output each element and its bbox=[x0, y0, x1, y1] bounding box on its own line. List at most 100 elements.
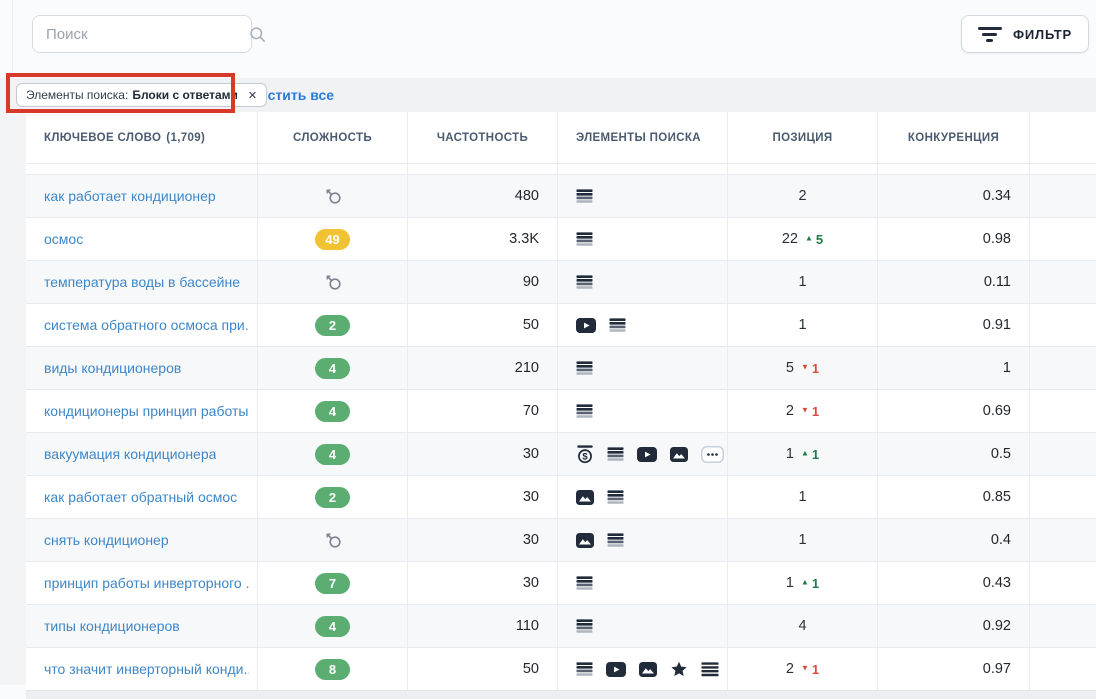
position-cell: 1▲1 bbox=[728, 433, 878, 475]
competition-cell: 0.91 bbox=[878, 304, 1030, 346]
filter-icon bbox=[978, 27, 1002, 42]
frequency-cell: 30 bbox=[408, 562, 558, 604]
more-icon[interactable] bbox=[701, 446, 724, 463]
competition-cell: 0.97 bbox=[878, 648, 1030, 690]
keyword-link[interactable]: снять кондиционер bbox=[44, 532, 169, 548]
column-header-extra bbox=[1030, 112, 1096, 163]
frequency-cell: 30 bbox=[408, 476, 558, 518]
frequency-cell: 480 bbox=[408, 175, 558, 217]
arrow-down-icon: ▼ bbox=[801, 364, 809, 372]
keyword-link[interactable]: кондиционеры принцип работы bbox=[44, 403, 248, 419]
position-cell: 1 bbox=[728, 519, 878, 561]
extra-cell bbox=[1030, 519, 1096, 561]
table-row: как работает обратный осмос 2 30 1 0.85 bbox=[26, 475, 1096, 518]
answer-block-icon bbox=[576, 189, 593, 204]
difficulty-badge: 2 bbox=[315, 487, 350, 508]
difficulty-badge: 4 bbox=[315, 444, 350, 465]
position-cell: 2▼1 bbox=[728, 648, 878, 690]
difficulty-badge: 4 bbox=[315, 401, 350, 422]
position-cell: 1 bbox=[728, 304, 878, 346]
table-row: типы кондиционеров 4 110 4 0.92 bbox=[26, 604, 1096, 647]
extra-cell bbox=[1030, 347, 1096, 389]
image-icon bbox=[576, 533, 594, 548]
extra-cell bbox=[1030, 605, 1096, 647]
difficulty-cell: 7 bbox=[258, 562, 408, 604]
star-icon bbox=[670, 661, 688, 678]
search-input[interactable] bbox=[33, 26, 249, 43]
search-icon bbox=[249, 26, 266, 43]
keyword-link[interactable]: система обратного осмоса при... bbox=[44, 317, 249, 333]
competition-cell: 0.43 bbox=[878, 562, 1030, 604]
competition-cell: 1 bbox=[878, 347, 1030, 389]
keyword-link[interactable]: осмос bbox=[44, 231, 83, 247]
competition-cell: 0.85 bbox=[878, 476, 1030, 518]
filter-button[interactable]: ФИЛЬТР bbox=[961, 15, 1089, 53]
video-icon bbox=[576, 318, 596, 333]
column-header-frequency[interactable]: ЧАСТОТНОСТЬ bbox=[408, 112, 558, 163]
arrow-up-icon: ▲ bbox=[801, 579, 809, 587]
image-icon bbox=[576, 490, 594, 505]
frequency-cell: 70 bbox=[408, 390, 558, 432]
table-row: осмос 49 3.3K 22▲5 0.98 bbox=[26, 217, 1096, 260]
shopping-icon: $ bbox=[576, 445, 594, 464]
answer-block-icon bbox=[607, 447, 624, 462]
competition-cell: 0.34 bbox=[878, 175, 1030, 217]
low-difficulty-search-icon bbox=[324, 187, 342, 205]
filter-button-label: ФИЛЬТР bbox=[1013, 27, 1072, 42]
competition-cell: 0.11 bbox=[878, 261, 1030, 303]
frequency-cell: 30 bbox=[408, 433, 558, 475]
table-row: принцип работы инверторного ... 7 30 1▲1… bbox=[26, 561, 1096, 604]
video-icon bbox=[637, 447, 657, 462]
column-header-position[interactable]: ПОЗИЦИЯ bbox=[728, 112, 878, 163]
table-row: вакуумация кондиционера 4 30 $ 1▲1 0.5 bbox=[26, 432, 1096, 475]
serp-features-cell bbox=[558, 218, 728, 260]
competition-cell: 0.69 bbox=[878, 390, 1030, 432]
keyword-link[interactable]: типы кондиционеров bbox=[44, 618, 180, 634]
answer-block-icon bbox=[576, 404, 593, 419]
column-header-difficulty[interactable]: СЛОЖНОСТЬ bbox=[258, 112, 408, 163]
keyword-link[interactable]: вакуумация кондиционера bbox=[44, 446, 216, 462]
arrow-up-icon: ▲ bbox=[805, 235, 813, 243]
table-row: виды кондиционеров 4 210 5▼1 1 bbox=[26, 346, 1096, 389]
column-header-serp-features[interactable]: ЭЛЕМЕНТЫ ПОИСКА bbox=[558, 112, 728, 163]
keyword-link[interactable]: температура воды в бассейне bbox=[44, 274, 240, 290]
difficulty-badge: 7 bbox=[315, 573, 350, 594]
extra-cell bbox=[1030, 218, 1096, 260]
column-header-keyword[interactable]: КЛЮЧЕВОЕ СЛОВО (1,709) bbox=[26, 112, 258, 163]
serp-features-cell bbox=[558, 648, 728, 690]
serp-features-cell: $ bbox=[558, 433, 728, 475]
keyword-link[interactable]: принцип работы инверторного ... bbox=[44, 575, 249, 591]
frequency-cell: 30 bbox=[408, 519, 558, 561]
difficulty-badge: 8 bbox=[315, 659, 350, 680]
extra-cell bbox=[1030, 175, 1096, 217]
extra-cell bbox=[1030, 648, 1096, 690]
chip-close-icon[interactable]: ✕ bbox=[248, 89, 257, 102]
keyword-count: (1,709) bbox=[166, 132, 205, 144]
answer-block-icon bbox=[576, 361, 593, 376]
keyword-link[interactable]: виды кондиционеров bbox=[44, 360, 181, 376]
table-header-row: КЛЮЧЕВОЕ СЛОВО (1,709) СЛОЖНОСТЬ ЧАСТОТН… bbox=[26, 112, 1096, 163]
answer-block-icon bbox=[576, 619, 593, 634]
frequency-cell: 50 bbox=[408, 304, 558, 346]
position-cell: 2 bbox=[728, 175, 878, 217]
extra-cell bbox=[1030, 562, 1096, 604]
arrow-down-icon: ▼ bbox=[801, 407, 809, 415]
position-cell: 4 bbox=[728, 605, 878, 647]
column-header-competition[interactable]: КОНКУРЕНЦИЯ bbox=[878, 112, 1030, 163]
difficulty-cell: 4 bbox=[258, 347, 408, 389]
position-cell: 2▼1 bbox=[728, 390, 878, 432]
extra-cell bbox=[1030, 476, 1096, 518]
serp-features-cell bbox=[558, 605, 728, 647]
keyword-link[interactable]: как работает кондиционер bbox=[44, 188, 216, 204]
frequency-cell: 110 bbox=[408, 605, 558, 647]
table-row: что значит инверторный конди... 8 50 2▼1… bbox=[26, 647, 1096, 690]
keyword-link[interactable]: что значит инверторный конди... bbox=[44, 661, 249, 677]
filter-chip[interactable]: Элементы поиска: Блоки с ответами ✕ bbox=[16, 83, 267, 107]
video-icon bbox=[606, 662, 626, 677]
answer-block-icon bbox=[607, 533, 624, 548]
extra-cell bbox=[1030, 390, 1096, 432]
top-bar: ФИЛЬТР bbox=[0, 0, 1096, 78]
difficulty-badge: 2 bbox=[315, 315, 350, 336]
difficulty-cell: 4 bbox=[258, 605, 408, 647]
keyword-link[interactable]: как работает обратный осмос bbox=[44, 489, 237, 505]
